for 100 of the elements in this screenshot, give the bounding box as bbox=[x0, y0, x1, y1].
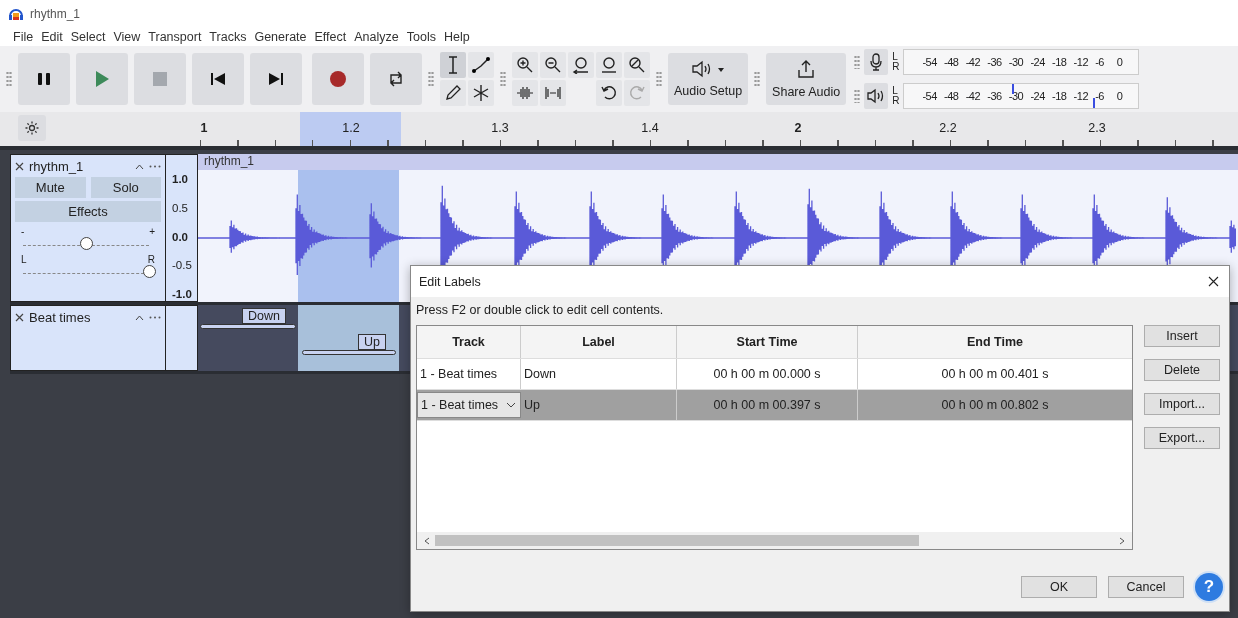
multi-tool-button[interactable] bbox=[468, 80, 494, 106]
table-cell: Up bbox=[521, 390, 677, 420]
chevron-down-icon bbox=[506, 402, 516, 408]
more-icon[interactable] bbox=[149, 165, 161, 168]
grip-handle[interactable] bbox=[656, 71, 662, 87]
meter-tick-label: -30 bbox=[1008, 56, 1025, 68]
more-icon[interactable] bbox=[149, 316, 161, 319]
menu-item[interactable]: File bbox=[13, 29, 40, 44]
column-header[interactable]: Track bbox=[417, 326, 521, 358]
pan-right-label: R bbox=[147, 255, 155, 264]
close-icon[interactable] bbox=[1208, 276, 1219, 287]
envelope-icon bbox=[472, 57, 490, 73]
zoom-in-button[interactable] bbox=[512, 52, 538, 78]
ok-button[interactable]: OK bbox=[1021, 576, 1097, 598]
skip-to-start-button[interactable] bbox=[192, 53, 244, 105]
dialog-button[interactable]: Export... bbox=[1144, 427, 1220, 449]
microphone-button[interactable] bbox=[864, 49, 889, 75]
column-header[interactable]: Label bbox=[521, 326, 677, 358]
menu-item[interactable]: View bbox=[113, 29, 147, 44]
collapse-icon[interactable] bbox=[135, 314, 144, 321]
collapse-icon[interactable] bbox=[135, 163, 144, 170]
column-header[interactable]: End Time bbox=[858, 326, 1132, 358]
settings-button[interactable] bbox=[18, 115, 46, 141]
help-button[interactable]: ? bbox=[1195, 573, 1223, 601]
trim-icon bbox=[516, 86, 534, 100]
app-logo-icon bbox=[8, 6, 24, 21]
fit-selection-icon bbox=[572, 56, 590, 74]
record-button[interactable] bbox=[312, 53, 364, 105]
select-tool-button[interactable] bbox=[440, 52, 466, 78]
pause-button[interactable] bbox=[18, 53, 70, 105]
table-cell-text: 00 h 00 m 00.401 s bbox=[940, 366, 1050, 383]
label-text[interactable]: Down bbox=[242, 308, 286, 324]
loop-icon bbox=[387, 70, 405, 88]
silence-icon bbox=[544, 86, 562, 100]
menu-item[interactable]: Tools bbox=[406, 29, 442, 44]
grip-handle[interactable] bbox=[428, 71, 434, 87]
microphone-icon bbox=[869, 53, 884, 71]
speaker-button[interactable] bbox=[864, 83, 889, 109]
fit-selection-button[interactable] bbox=[568, 52, 594, 78]
menu-item[interactable]: Select bbox=[70, 29, 112, 44]
fit-project-icon bbox=[600, 56, 618, 74]
menu-item[interactable]: Help bbox=[443, 29, 476, 44]
envelope-tool-button[interactable] bbox=[468, 52, 494, 78]
share-audio-button[interactable]: Share Audio bbox=[766, 53, 847, 105]
speaker-dropdown-icon bbox=[691, 60, 726, 78]
pan-slider-thumb[interactable] bbox=[143, 265, 156, 278]
skip-to-end-button[interactable] bbox=[250, 53, 302, 105]
stop-icon bbox=[153, 72, 167, 86]
grip-handle[interactable] bbox=[854, 55, 861, 69]
menu-item[interactable]: Effect bbox=[314, 29, 353, 44]
hint-text: Press F2 or double click to edit cell contents. bbox=[416, 303, 665, 317]
grip-handle[interactable] bbox=[754, 71, 761, 87]
menu-item[interactable]: Transport bbox=[148, 29, 208, 44]
horizontal-scrollbar[interactable] bbox=[417, 532, 1132, 549]
clip-title[interactable]: rhythm_1 bbox=[198, 154, 1238, 170]
zoom-toggle-button[interactable] bbox=[624, 52, 650, 78]
grip-handle[interactable] bbox=[854, 89, 861, 103]
close-icon[interactable] bbox=[15, 313, 24, 322]
meter-tick-label: 0 bbox=[1116, 90, 1124, 102]
dialog-button[interactable]: Import... bbox=[1144, 393, 1220, 415]
dialog-button[interactable]: Insert bbox=[1144, 325, 1220, 347]
pencil-tool-button[interactable] bbox=[440, 80, 466, 106]
grip-handle[interactable] bbox=[6, 71, 12, 87]
grid-row[interactable]: 1 - Beat times Up 00 h 00 m 00.397 s 00 h 00 m 00.802 s bbox=[417, 390, 1132, 421]
gain-slider-thumb[interactable] bbox=[80, 237, 93, 250]
grip-handle[interactable] bbox=[500, 71, 506, 87]
track-dropdown[interactable]: 1 - Beat times bbox=[417, 392, 521, 418]
label-text[interactable]: Up bbox=[358, 334, 386, 350]
silence-button[interactable] bbox=[540, 80, 566, 106]
trim-button[interactable] bbox=[512, 80, 538, 106]
ruler-label: 1 bbox=[199, 121, 209, 135]
scroll-right-icon[interactable] bbox=[1118, 536, 1126, 545]
dialog-button[interactable]: Delete bbox=[1144, 359, 1220, 381]
mute-button[interactable]: Mute bbox=[15, 177, 86, 198]
loop-button[interactable] bbox=[370, 53, 422, 105]
pencil-icon bbox=[444, 84, 462, 102]
menu-item[interactable]: Generate bbox=[254, 29, 313, 44]
scroll-left-icon[interactable] bbox=[423, 536, 431, 545]
audio-setup-button[interactable]: Audio Setup bbox=[668, 53, 749, 105]
play-button[interactable] bbox=[76, 53, 128, 105]
track-name[interactable]: Beat times bbox=[29, 310, 130, 325]
menu-item[interactable]: Analyze bbox=[354, 29, 405, 44]
fit-project-button[interactable] bbox=[596, 52, 622, 78]
cancel-button[interactable]: Cancel bbox=[1108, 576, 1184, 598]
close-icon[interactable] bbox=[15, 162, 24, 171]
menu-item[interactable]: Tracks bbox=[209, 29, 253, 44]
skip-to-start-icon bbox=[210, 71, 226, 87]
menu-item[interactable]: Edit bbox=[41, 29, 69, 44]
effects-button[interactable]: Effects bbox=[15, 201, 161, 222]
label-span-bar[interactable] bbox=[302, 350, 396, 355]
zoom-out-button[interactable] bbox=[540, 52, 566, 78]
label-span-bar[interactable] bbox=[200, 324, 296, 329]
meter-tick-label: -48 bbox=[944, 90, 960, 102]
solo-button[interactable]: Solo bbox=[90, 177, 161, 198]
record-icon bbox=[329, 70, 347, 88]
column-header[interactable]: Start Time bbox=[677, 326, 858, 358]
undo-button[interactable] bbox=[596, 80, 622, 106]
track-name[interactable]: rhythm_1 bbox=[29, 159, 130, 174]
level-meter[interactable]: -54 -48 -42 -36 -30 -24 -18 -12 -6 0 bbox=[903, 49, 1140, 75]
amplitude-label: -1.0 bbox=[172, 288, 192, 300]
